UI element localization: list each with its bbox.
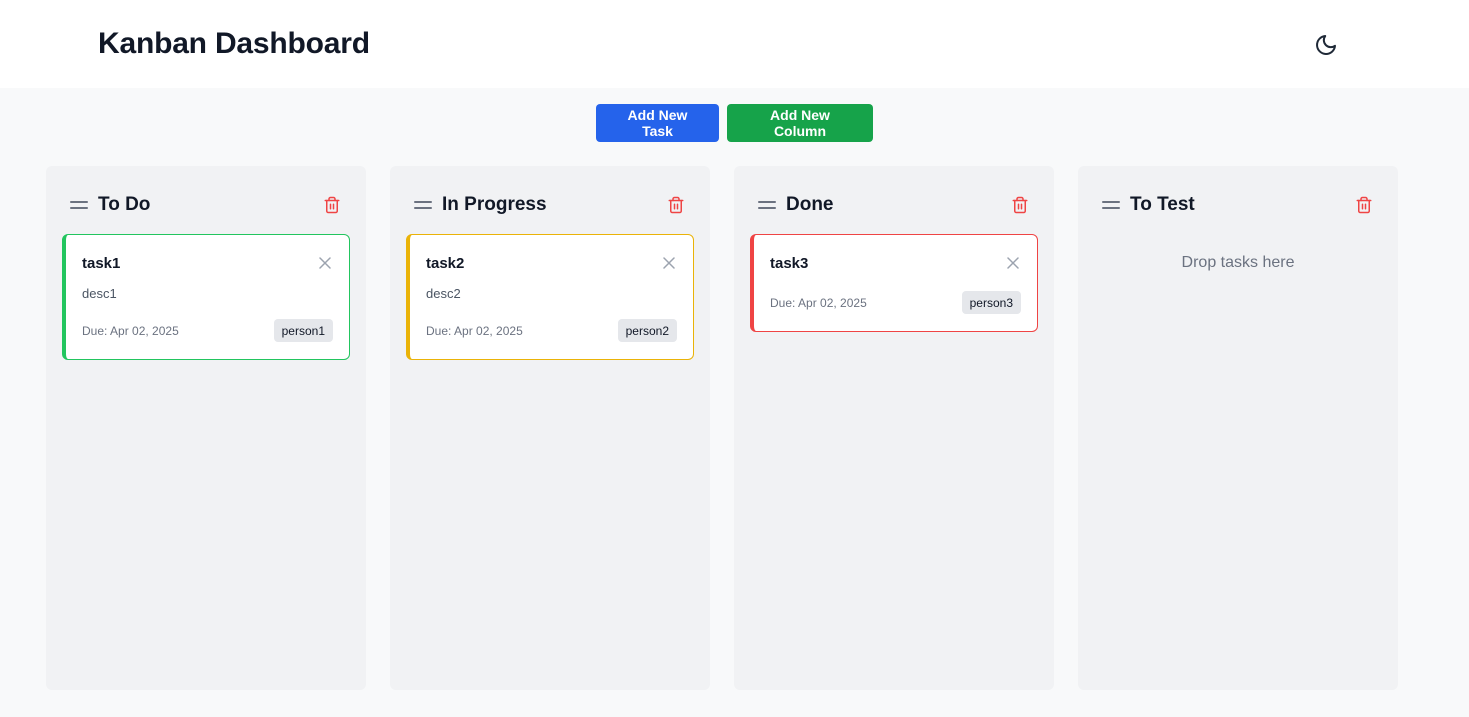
app-title: Kanban Dashboard xyxy=(98,27,370,60)
task-description: desc2 xyxy=(426,286,461,301)
drag-handle-icon[interactable] xyxy=(758,199,776,211)
column-title: To Do xyxy=(98,194,151,215)
drag-handle-icon[interactable] xyxy=(1102,199,1120,211)
column-done: Done task3 Due: Apr 02, 2025 person3 xyxy=(734,166,1054,690)
trash-icon xyxy=(1356,196,1372,214)
close-icon xyxy=(319,257,331,269)
delete-column-button[interactable] xyxy=(666,195,686,215)
task-title: task2 xyxy=(426,255,465,272)
close-icon xyxy=(663,257,675,269)
task-title: task3 xyxy=(770,255,809,272)
task-assignee-badge: person2 xyxy=(617,319,677,342)
trash-icon xyxy=(668,196,684,214)
delete-column-button[interactable] xyxy=(322,195,342,215)
task-card[interactable]: task3 Due: Apr 02, 2025 person3 xyxy=(750,234,1038,332)
task-card[interactable]: task2 desc2 Due: Apr 02, 2025 person2 xyxy=(406,234,694,360)
column-header: In Progress xyxy=(414,192,686,218)
column-header: Done xyxy=(758,192,1030,218)
column-in-progress: In Progress task2 desc2 Due: Apr 02, 202… xyxy=(390,166,710,690)
task-title: task1 xyxy=(82,255,121,272)
app-header: Kanban Dashboard xyxy=(0,0,1469,88)
column-header: To Test xyxy=(1102,192,1374,218)
column-title: Done xyxy=(786,194,834,215)
delete-task-button[interactable] xyxy=(661,255,677,271)
task-due-date: Due: Apr 02, 2025 xyxy=(426,324,523,338)
toolbar: Add New Task Add New Column xyxy=(0,104,1469,142)
trash-icon xyxy=(1012,196,1028,214)
theme-toggle-button[interactable] xyxy=(1312,31,1340,59)
add-new-column-button[interactable]: Add New Column xyxy=(727,104,873,142)
close-icon xyxy=(1007,257,1019,269)
delete-column-button[interactable] xyxy=(1354,195,1374,215)
drop-zone-hint[interactable]: Drop tasks here xyxy=(1078,254,1398,272)
task-card[interactable]: task1 desc1 Due: Apr 02, 2025 person1 xyxy=(62,234,350,360)
delete-task-button[interactable] xyxy=(317,255,333,271)
column-title: To Test xyxy=(1130,194,1195,215)
task-due-date: Due: Apr 02, 2025 xyxy=(770,296,867,310)
task-description: desc1 xyxy=(82,286,117,301)
delete-column-button[interactable] xyxy=(1010,195,1030,215)
task-due-date: Due: Apr 02, 2025 xyxy=(82,324,179,338)
add-new-task-button[interactable]: Add New Task xyxy=(596,104,719,142)
column-to-test: To Test Drop tasks here xyxy=(1078,166,1398,690)
task-assignee-badge: person3 xyxy=(961,291,1021,314)
task-assignee-badge: person1 xyxy=(273,319,333,342)
moon-icon xyxy=(1316,35,1336,55)
drag-handle-icon[interactable] xyxy=(70,199,88,211)
delete-task-button[interactable] xyxy=(1005,255,1021,271)
column-title: In Progress xyxy=(442,194,547,215)
column-to-do: To Do task1 desc1 Due: Apr 02, 2025 pers… xyxy=(46,166,366,690)
drag-handle-icon[interactable] xyxy=(414,199,432,211)
trash-icon xyxy=(324,196,340,214)
column-header: To Do xyxy=(70,192,342,218)
